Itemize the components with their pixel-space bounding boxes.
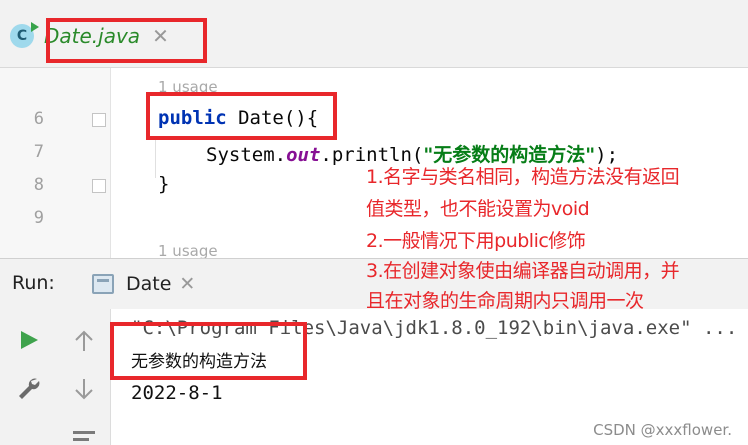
annotation-box-tab (46, 18, 207, 63)
run-tab-label: Date (126, 273, 172, 295)
console-output-line: 2022-8-1 (131, 382, 223, 404)
run-panel-label: Run: (12, 272, 55, 294)
run-tab-date[interactable]: Date ✕ (92, 268, 195, 300)
annotation-note: 值类型，也不能设置为void (366, 198, 590, 220)
java-class-icon: C (10, 22, 39, 48)
line-number: 7 (33, 142, 44, 162)
fold-collapse-icon[interactable] (92, 113, 106, 127)
arrow-down-icon[interactable] (73, 377, 95, 401)
main-toolbar (0, 0, 748, 10)
wrench-icon[interactable] (16, 375, 42, 401)
editor-gutter: 6 7 8 9 (0, 68, 111, 258)
line-number: 6 (33, 109, 44, 129)
fold-end-icon[interactable] (92, 179, 106, 193)
annotation-box-output (110, 322, 307, 380)
run-toolbar-right (58, 309, 111, 445)
arrow-up-icon[interactable] (73, 329, 95, 353)
rerun-icon[interactable] (18, 329, 40, 351)
annotation-note: 2.一般情况下用public修饰 (366, 230, 586, 252)
code-line-8: } (158, 173, 170, 195)
line-number: 9 (33, 208, 44, 228)
out-field: out (286, 144, 321, 166)
annotation-note: 3.在创建对象使由编译器自动调用，并 (366, 260, 680, 282)
annotation-box-constructor (146, 92, 337, 140)
run-toolbar-left (0, 309, 59, 445)
close-run-tab-icon[interactable]: ✕ (179, 273, 195, 295)
annotation-note: 且在对象的生命周期内只调用一次 (366, 290, 644, 312)
runnable-mark-icon (31, 22, 39, 32)
indent-guide (155, 138, 156, 178)
annotation-note: 1.名字与类名相同，构造方法没有返回 (366, 166, 680, 188)
watermark: CSDN @xxxflower. (593, 421, 732, 439)
system-class: System. (206, 144, 287, 166)
console-icon (92, 274, 114, 294)
line-number: 8 (33, 175, 44, 195)
soft-wrap-icon[interactable] (72, 427, 96, 445)
